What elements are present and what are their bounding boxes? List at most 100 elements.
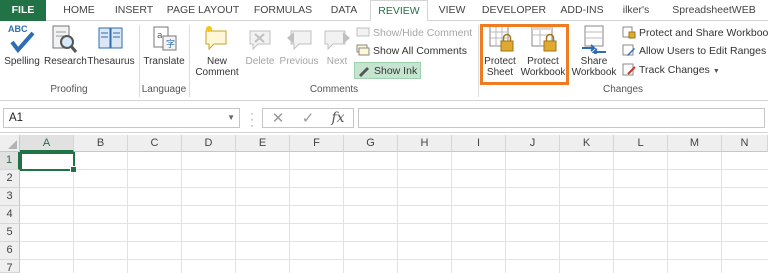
protect-share-label: Protect and Share Workbook xyxy=(639,27,768,39)
name-box[interactable]: A1 ▼ xyxy=(3,108,240,128)
column-header-j[interactable]: J xyxy=(506,135,560,152)
formula-bar-buttons: ✕ ✓ fx xyxy=(262,108,354,128)
ribbon-tab-bar: FILE HOME INSERT PAGE LAYOUT FORMULAS DA… xyxy=(0,0,768,22)
worksheet-grid: A B C D E F G H I J K L M N 1 2 3 4 5 6 … xyxy=(0,135,768,273)
column-header-l[interactable]: L xyxy=(614,135,668,152)
active-cell-a1[interactable] xyxy=(20,152,77,173)
next-comment-button[interactable]: Next xyxy=(322,24,352,67)
previous-comment-icon xyxy=(283,24,315,54)
show-all-label: Show All Comments xyxy=(373,45,467,57)
column-header-a[interactable]: A xyxy=(20,135,74,152)
share-workbook-icon xyxy=(578,24,610,56)
column-header-h[interactable]: H xyxy=(398,135,452,152)
tab-ilkers[interactable]: ilker's xyxy=(618,0,654,21)
svg-text:a: a xyxy=(157,31,163,41)
row-header-6[interactable]: 6 xyxy=(0,242,20,260)
column-header-f[interactable]: F xyxy=(290,135,344,152)
spelling-button[interactable]: ABC Spelling xyxy=(2,24,42,67)
tab-file[interactable]: FILE xyxy=(0,0,46,21)
group-label-changes: Changes xyxy=(602,84,644,95)
allow-users-label: Allow Users to Edit Ranges xyxy=(639,45,767,57)
new-comment-button[interactable]: New Comment xyxy=(192,24,242,78)
previous-comment-button[interactable]: Previous xyxy=(278,24,320,67)
show-hide-comment-button[interactable]: Show/Hide Comment xyxy=(356,25,472,42)
tab-add-ins[interactable]: ADD-INS xyxy=(555,0,609,21)
chevron-down-icon[interactable]: ▼ xyxy=(227,109,235,127)
row-header-3[interactable]: 3 xyxy=(0,188,20,206)
protect-and-share-button[interactable]: Protect and Share Workbook xyxy=(622,25,768,42)
new-comment-icon xyxy=(201,24,233,54)
row-header-1[interactable]: 1 xyxy=(0,152,20,170)
cancel-icon[interactable]: ✕ xyxy=(267,110,289,127)
tab-page-layout[interactable]: PAGE LAYOUT xyxy=(165,0,241,21)
delete-label: Delete xyxy=(245,56,275,67)
tab-developer[interactable]: DEVELOPER xyxy=(478,0,550,21)
column-header-g[interactable]: G xyxy=(344,135,398,152)
insert-function-icon[interactable]: fx xyxy=(327,110,349,127)
column-header-b[interactable]: B xyxy=(74,135,128,152)
delete-comment-button[interactable]: Delete xyxy=(243,24,277,67)
formula-bar: A1 ▼ · · · ✕ ✓ fx xyxy=(0,101,768,133)
next-label: Next xyxy=(326,56,348,67)
research-label: Research xyxy=(44,56,87,67)
translate-icon: a字 xyxy=(148,24,180,54)
column-header-i[interactable]: I xyxy=(452,135,506,152)
column-header-k[interactable]: K xyxy=(560,135,614,152)
protect-share-icon xyxy=(622,26,636,39)
row-header-4[interactable]: 4 xyxy=(0,206,20,224)
allow-users-icon xyxy=(622,44,636,57)
group-label-proofing: Proofing xyxy=(50,84,88,95)
column-header-m[interactable]: M xyxy=(668,135,722,152)
show-hide-label: Show/Hide Comment xyxy=(373,27,473,39)
group-label-comments: Comments xyxy=(309,84,359,95)
name-box-value: A1 xyxy=(9,112,24,124)
new-comment-label-2: Comment xyxy=(195,67,239,78)
share-workbook-label-2: Workbook xyxy=(571,67,617,78)
previous-label: Previous xyxy=(279,56,319,67)
spelling-label: Spelling xyxy=(4,56,40,67)
row-header-7[interactable]: 7 xyxy=(0,260,20,273)
next-comment-icon xyxy=(322,24,354,54)
column-header-d[interactable]: D xyxy=(182,135,236,152)
column-header-n[interactable]: N xyxy=(722,135,768,152)
formula-bar-grip-icon[interactable]: · · · xyxy=(250,107,254,131)
tab-home[interactable]: HOME xyxy=(56,0,102,21)
tab-review[interactable]: REVIEW xyxy=(370,0,428,22)
tab-data[interactable]: DATA xyxy=(323,0,365,21)
tab-insert[interactable]: INSERT xyxy=(110,0,158,21)
thesaurus-book-icon xyxy=(95,24,127,54)
new-comment-label-1: New xyxy=(206,56,227,67)
column-header-e[interactable]: E xyxy=(236,135,290,152)
tab-view[interactable]: VIEW xyxy=(434,0,470,21)
thesaurus-button[interactable]: Thesaurus xyxy=(87,24,135,67)
translate-button[interactable]: a字 Translate xyxy=(142,24,186,67)
svg-text:字: 字 xyxy=(166,38,175,50)
research-button[interactable]: Research xyxy=(44,24,87,67)
track-changes-icon xyxy=(622,63,636,76)
tab-formulas[interactable]: FORMULAS xyxy=(250,0,316,21)
thesaurus-label: Thesaurus xyxy=(87,56,135,67)
review-ribbon: ABC Spelling Research Thesaurus Proofing… xyxy=(0,21,768,101)
share-workbook-button[interactable]: Share Workbook xyxy=(571,24,617,78)
show-all-comments-button[interactable]: Show All Comments xyxy=(356,43,467,60)
formula-input[interactable] xyxy=(358,108,765,128)
row-header-2[interactable]: 2 xyxy=(0,170,20,188)
row-header-5[interactable]: 5 xyxy=(0,224,20,242)
tab-spreadsheetweb[interactable]: SpreadsheetWEB xyxy=(664,0,764,21)
research-icon xyxy=(48,24,80,54)
column-header-c[interactable]: C xyxy=(128,135,182,152)
spelling-check-icon: ABC xyxy=(6,24,38,54)
ink-pen-icon xyxy=(357,64,371,77)
highlight-box xyxy=(480,24,569,85)
cell-area[interactable] xyxy=(20,152,768,273)
show-all-comments-icon xyxy=(356,44,370,57)
enter-icon[interactable]: ✓ xyxy=(297,110,319,127)
allow-users-edit-ranges-button[interactable]: Allow Users to Edit Ranges xyxy=(622,43,766,60)
delete-comment-icon xyxy=(244,24,276,54)
show-hide-comment-icon xyxy=(356,26,370,39)
track-changes-label: Track Changes xyxy=(639,64,710,76)
translate-label: Translate xyxy=(143,56,185,67)
show-ink-button[interactable]: Show Ink xyxy=(354,62,422,79)
select-all-button[interactable] xyxy=(0,135,20,152)
track-changes-button[interactable]: Track Changes ▼ xyxy=(622,62,720,79)
